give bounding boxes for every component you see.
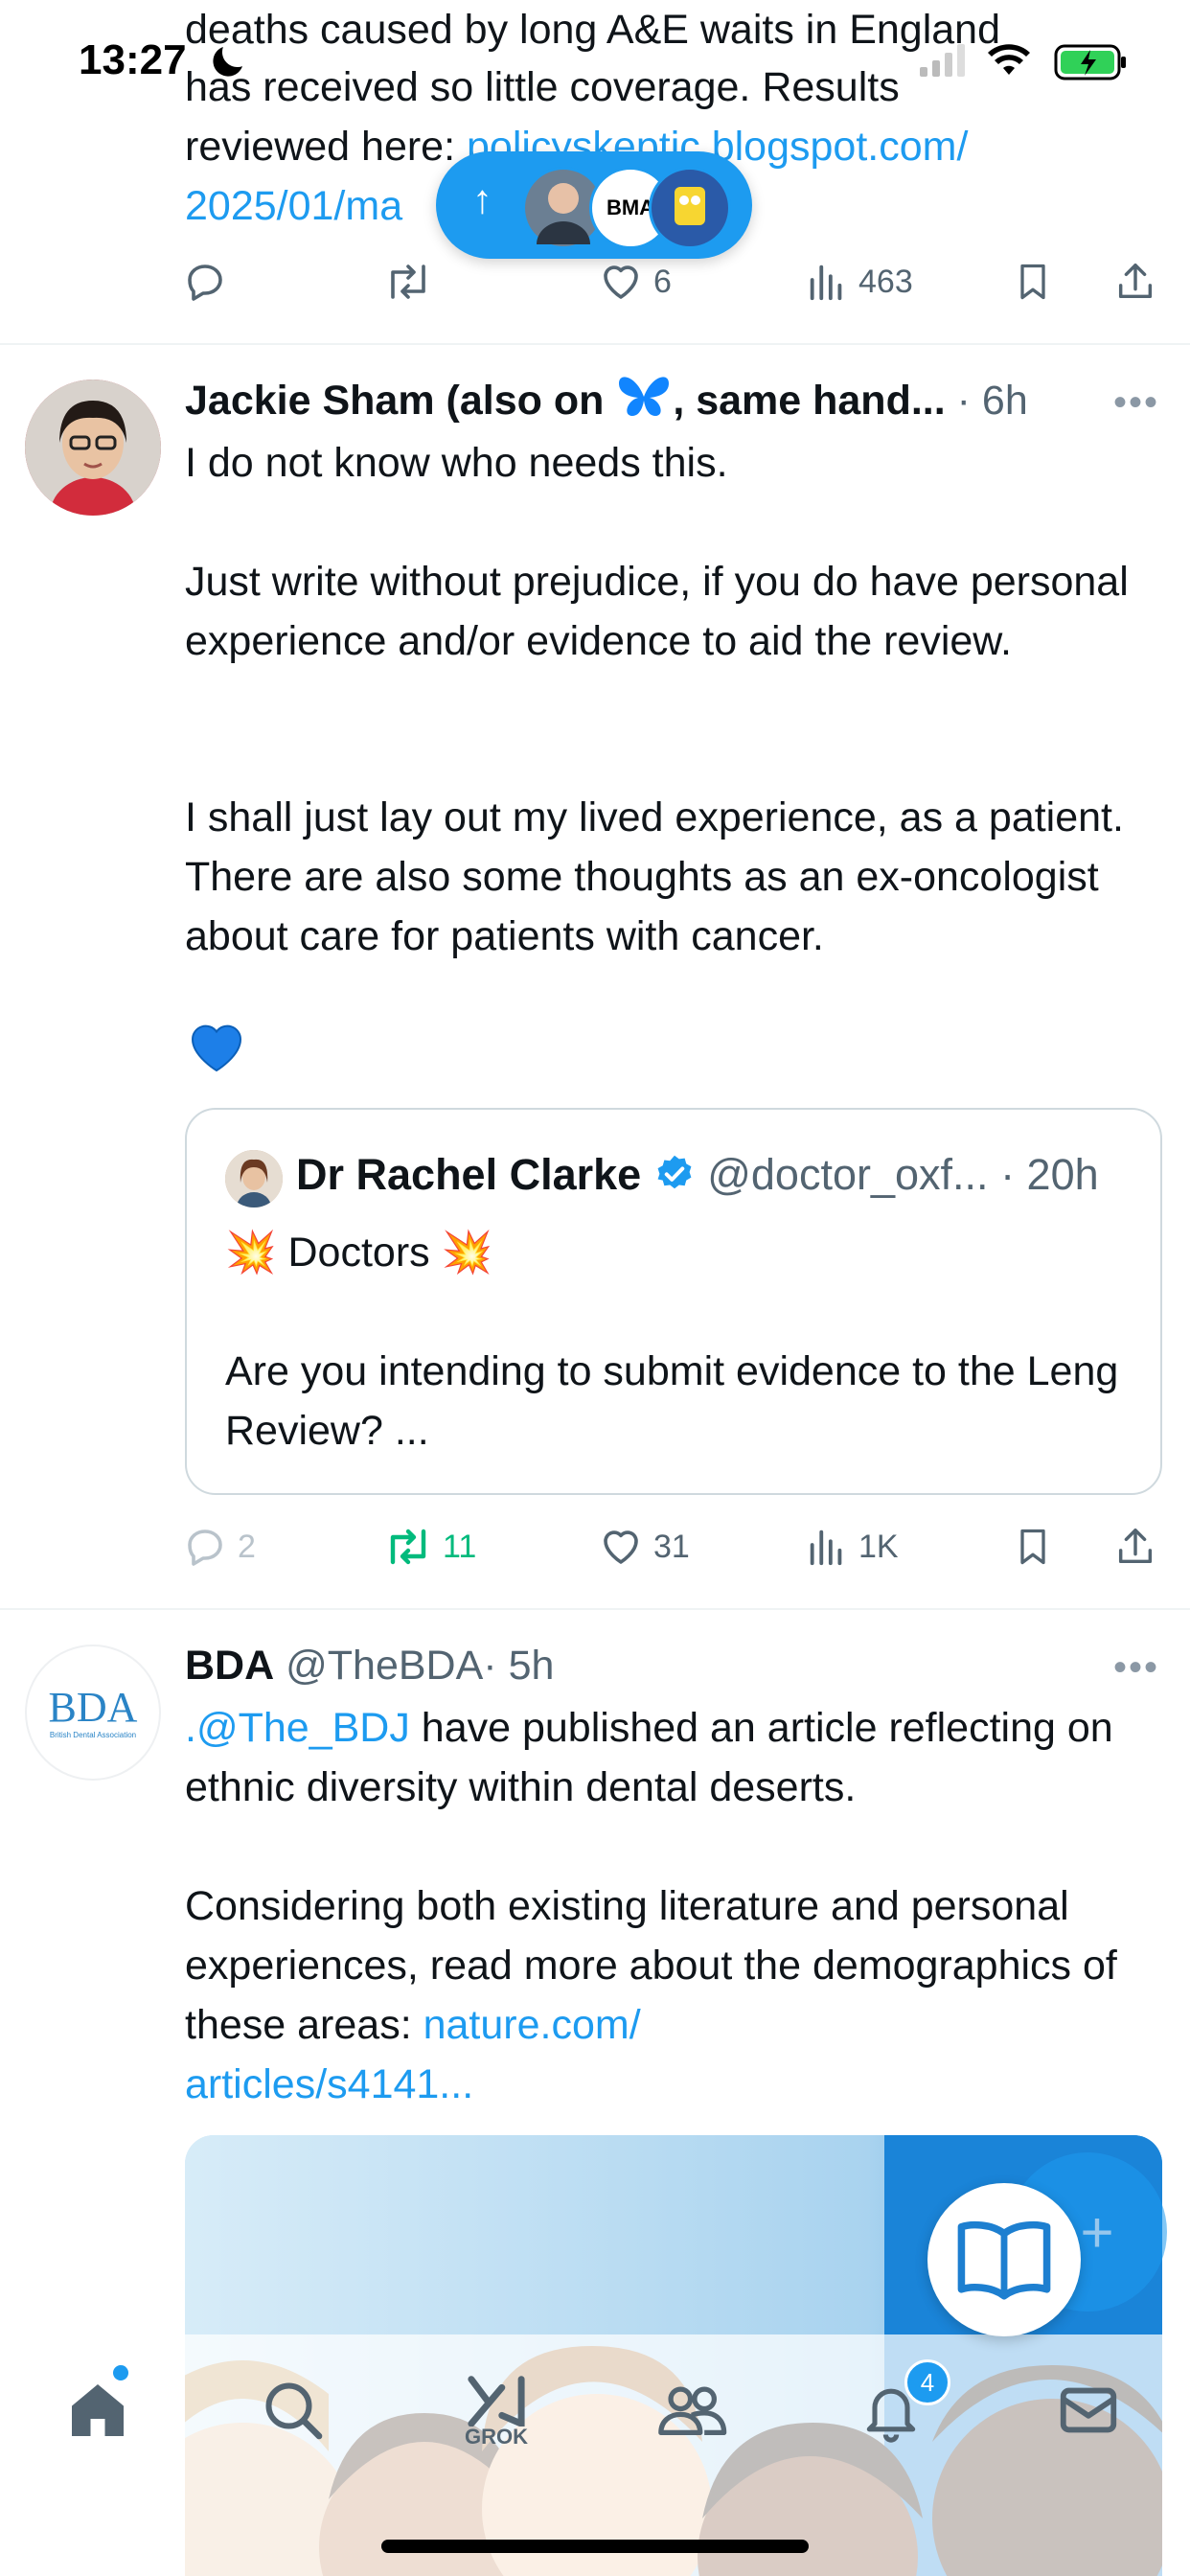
bookmark-icon	[1020, 1529, 1045, 1565]
views-button[interactable]: 463	[805, 255, 913, 309]
top-post-actions: 6 463	[182, 255, 1159, 309]
share-button[interactable]	[1113, 1520, 1157, 1574]
author-handle: @TheBDA	[286, 1643, 484, 1689]
reader-button[interactable]	[927, 2183, 1081, 2336]
quoted-time: · 20h	[1000, 1150, 1099, 1199]
avatar[interactable]	[25, 380, 161, 516]
bookmark-button[interactable]	[1012, 255, 1054, 309]
article-link[interactable]: nature.com/	[423, 2002, 641, 2048]
quoted-author: Dr Rachel Clarke	[296, 1150, 642, 1199]
quoted-avatar	[225, 1150, 283, 1208]
quoted-text-body: Are you intending to submit evidence to …	[225, 1348, 1119, 1454]
home-indicator	[381, 2540, 809, 2553]
nav-notifications[interactable]: 4	[843, 2359, 950, 2453]
repost-button[interactable]	[383, 255, 433, 309]
share-button[interactable]	[1113, 255, 1157, 309]
nav-communities[interactable]	[644, 2367, 740, 2453]
post-time: · 5h	[483, 1643, 555, 1689]
more-options-icon[interactable]: •••	[1113, 381, 1159, 425]
views-count: 463	[858, 263, 913, 300]
author-suffix: , same hand...	[673, 378, 946, 424]
home-icon	[72, 2384, 124, 2436]
mention-link[interactable]: .@The_BDJ	[185, 1705, 410, 1751]
wifi-icon	[987, 44, 1031, 81]
book-icon	[957, 2220, 1051, 2300]
share-icon	[1118, 1529, 1153, 1564]
divider	[0, 1608, 1190, 1610]
notifications-badge: 4	[904, 2359, 950, 2405]
nav-search[interactable]	[245, 2367, 341, 2453]
mail-icon	[1060, 2387, 1117, 2433]
post-actions: 2 11 31 1K	[182, 1520, 1159, 1574]
article-link-cont[interactable]: articles/s4141...	[185, 2061, 473, 2107]
top-post-line1: deaths caused by long A&E waits in Engla…	[185, 7, 1001, 53]
post-time: · 6h	[956, 378, 1028, 424]
post-text: Considering both existing literature and…	[185, 1883, 1117, 2048]
nav-home[interactable]	[50, 2365, 146, 2453]
like-button[interactable]: 6	[598, 255, 672, 309]
communities-icon	[658, 2386, 727, 2436]
quoted-header: Dr Rachel Clarke @doctor_oxf... · 20h	[296, 1146, 1099, 1209]
divider	[0, 343, 1190, 345]
quoted-post[interactable]: Dr Rachel Clarke @doctor_oxf... · 20h 💥 …	[185, 1108, 1162, 1495]
verified-badge-icon	[653, 1152, 696, 1209]
plus-icon: +	[1080, 2199, 1114, 2265]
reply-button[interactable]	[182, 255, 228, 309]
views-icon	[810, 1530, 842, 1566]
more-options-icon[interactable]: •••	[1113, 1646, 1159, 1690]
grok-label: GROK	[465, 2425, 528, 2449]
top-post-line2: has received so little coverage. Results	[185, 64, 900, 110]
like-button[interactable]: 31	[598, 1520, 690, 1574]
author-name[interactable]: Jackie Sham (also on	[185, 378, 604, 424]
repost-icon	[391, 264, 425, 299]
reply-icon	[188, 1530, 222, 1566]
repost-button[interactable]: 11	[383, 1520, 476, 1574]
views-icon	[810, 264, 842, 301]
quoted-handle: @doctor_oxf...	[707, 1150, 989, 1199]
repost-count: 11	[443, 1528, 477, 1565]
arrow-up-icon: ↑	[472, 176, 492, 221]
butterfly-icon	[615, 372, 673, 437]
post-text-para3: I shall just lay out my lived experience…	[185, 794, 1124, 959]
nav-grok[interactable]: GROK	[448, 2367, 544, 2453]
post-text-para2: Just write without prejudice, if you do …	[185, 559, 1129, 664]
like-count: 31	[653, 1528, 690, 1565]
bda-logo-subtext: British Dental Association	[49, 1731, 137, 1739]
reply-button[interactable]: 2	[182, 1520, 256, 1574]
nav-messages[interactable]	[1041, 2367, 1136, 2453]
signal-icon	[920, 44, 968, 81]
repost-icon	[390, 1529, 426, 1565]
views-button[interactable]: 1K	[805, 1520, 899, 1574]
new-posts-pill[interactable]: ↑ BMA	[436, 151, 752, 259]
search-icon	[265, 2382, 323, 2440]
grok-icon	[468, 2376, 525, 2426]
moon-icon	[209, 40, 249, 85]
post-text-para1: I do not know who needs this.	[185, 440, 728, 486]
reply-icon	[188, 264, 222, 301]
quoted-text-line1: 💥 Doctors 💥	[225, 1230, 493, 1276]
reply-count: 2	[238, 1528, 256, 1565]
blue-heart-emoji	[188, 1020, 245, 1078]
top-post-link-line2[interactable]: 2025/01/ma	[185, 176, 402, 236]
bookmark-icon	[1020, 264, 1045, 300]
author-name[interactable]: BDA	[185, 1643, 274, 1689]
top-post-line3-text: reviewed here:	[185, 124, 467, 170]
heart-icon	[604, 265, 638, 299]
bookmark-button[interactable]	[1012, 1520, 1054, 1574]
like-count: 6	[653, 263, 672, 300]
share-icon	[1118, 264, 1153, 299]
home-new-dot	[113, 2365, 128, 2380]
bda-logo-text: BDA	[48, 1684, 138, 1731]
bda-avatar[interactable]: BDA British Dental Association	[25, 1644, 161, 1781]
post-header: Jackie Sham (also on , same hand... · 6h	[185, 372, 1028, 437]
post-text-para2: Considering both existing literature and…	[185, 1876, 1162, 2114]
views-count: 1K	[858, 1528, 899, 1565]
heart-icon	[604, 1530, 638, 1564]
battery-icon	[1054, 44, 1129, 85]
post-header: BDA @TheBDA· 5h	[185, 1637, 554, 1694]
pill-avatar-3	[649, 167, 731, 249]
status-time: 13:27	[79, 36, 187, 83]
post-text-para1: .@The_BDJ have published an article refl…	[185, 1698, 1162, 1817]
